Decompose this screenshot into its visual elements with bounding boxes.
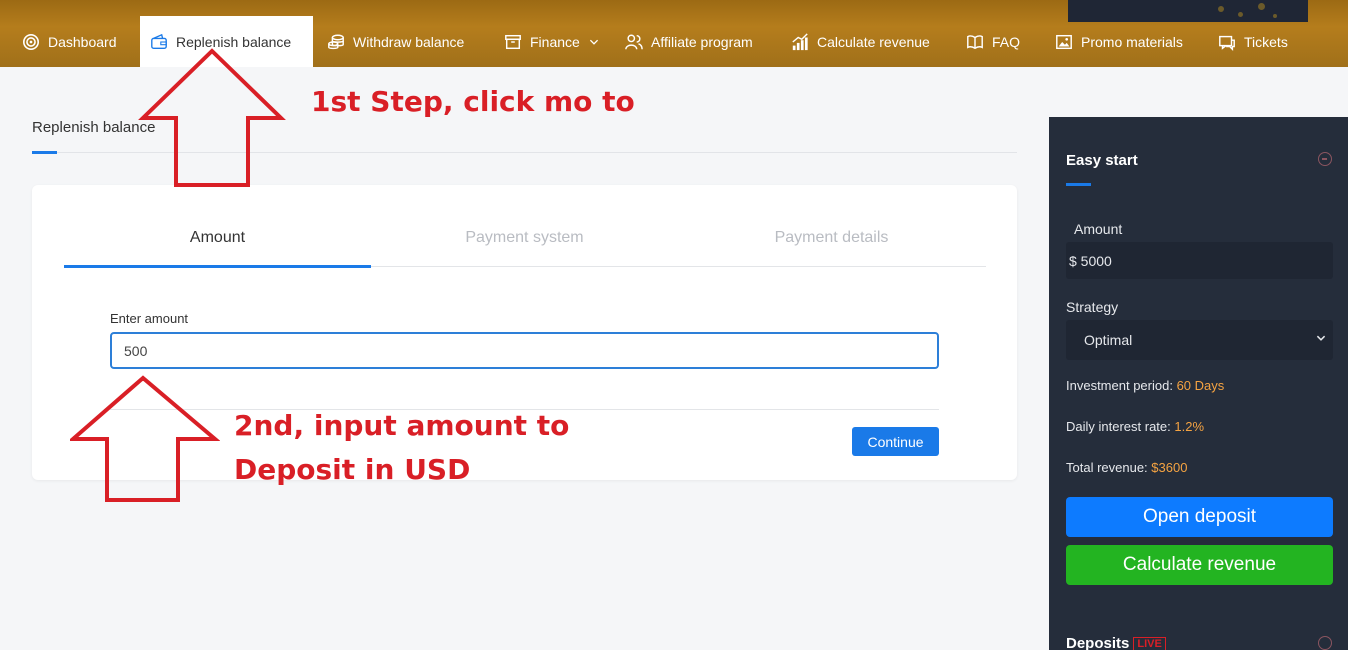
- tab-amount[interactable]: Amount: [64, 229, 371, 247]
- nav-tickets[interactable]: Tickets: [1208, 16, 1298, 67]
- annotation-step2: 2nd, input amount to Deposit in USD: [234, 404, 569, 492]
- deposits-collapse-icon[interactable]: [1318, 636, 1332, 650]
- deposits-title: Deposits: [1066, 635, 1130, 650]
- tab-payment-system[interactable]: Payment system: [371, 229, 678, 247]
- sidebar-title: Easy start: [1066, 152, 1138, 169]
- nav-withdraw-balance[interactable]: Withdraw balance: [317, 16, 474, 67]
- nav-faq-label: FAQ: [992, 33, 1021, 50]
- nav-affiliate-program[interactable]: Affiliate program: [615, 16, 763, 67]
- annotation-arrow-up-1: [138, 48, 286, 187]
- investment-period-label: Investment period:: [1066, 378, 1173, 393]
- coins-icon: [328, 34, 344, 49]
- target-icon: [22, 33, 40, 50]
- amount-label: Enter amount: [110, 311, 189, 326]
- annotation-step2-line2: Deposit in USD: [234, 453, 471, 486]
- nav-calculate-revenue[interactable]: Calculate revenue: [781, 16, 940, 67]
- image-icon: [1056, 34, 1072, 49]
- nav-finance-label: Finance: [530, 33, 580, 50]
- calculate-revenue-button[interactable]: Calculate revenue: [1066, 545, 1333, 585]
- page-title-underline: [32, 151, 57, 154]
- annotation-arrow-up-2: [70, 375, 220, 502]
- nav-affiliate-label: Affiliate program: [651, 33, 753, 50]
- daily-rate-label: Daily interest rate:: [1066, 419, 1171, 434]
- nav-promo-materials[interactable]: Promo materials: [1045, 16, 1193, 67]
- annotation-step1: 1st Step, click mo to: [311, 85, 635, 118]
- continue-button[interactable]: Continue: [852, 427, 939, 456]
- sidebar-title-underline: [1066, 183, 1091, 186]
- users-icon: [625, 34, 643, 49]
- sidebar-amount-label: Amount: [1074, 221, 1123, 237]
- chevron-down-icon: [589, 39, 598, 45]
- page-title: Replenish balance: [32, 119, 156, 136]
- chart-icon: [792, 32, 808, 50]
- nav-dashboard-label: Dashboard: [48, 33, 117, 50]
- nav-dashboard[interactable]: Dashboard: [12, 16, 127, 67]
- sidebar-amount-value: $ 5000: [1069, 253, 1112, 269]
- easy-start-sidebar: Easy start Amount $ 5000 Strategy Optima…: [1049, 117, 1348, 650]
- nav-faq[interactable]: FAQ: [956, 16, 1030, 67]
- total-revenue-label: Total revenue:: [1066, 460, 1148, 475]
- sidebar-strategy-label: Strategy: [1066, 299, 1119, 315]
- chevron-down-icon: [1316, 335, 1326, 341]
- investment-period-value: 60 Days: [1176, 378, 1225, 393]
- daily-rate-row: Daily interest rate: 1.2%: [1066, 419, 1204, 434]
- open-deposit-button[interactable]: Open deposit: [1066, 497, 1333, 537]
- amount-input[interactable]: [110, 332, 939, 369]
- tab-payment-details[interactable]: Payment details: [678, 229, 985, 247]
- archive-icon: [505, 34, 521, 49]
- deposits-heading: Deposits LIVE: [1066, 635, 1166, 650]
- investment-period-row: Investment period: 60 Days: [1066, 378, 1224, 393]
- nav-finance[interactable]: Finance: [494, 16, 610, 67]
- nav-promo-label: Promo materials: [1081, 33, 1183, 50]
- annotation-step2-line1: 2nd, input amount to: [234, 409, 570, 442]
- total-revenue-row: Total revenue: $3600: [1066, 460, 1187, 475]
- daily-rate-value: 1.2%: [1174, 419, 1205, 434]
- live-badge: LIVE: [1133, 637, 1166, 650]
- total-revenue-value: $3600: [1151, 460, 1188, 475]
- collapse-icon[interactable]: [1318, 152, 1332, 166]
- tickets-icon: [1219, 35, 1235, 51]
- tab-active-indicator: [64, 265, 371, 268]
- nav-tickets-label: Tickets: [1244, 33, 1288, 50]
- nav-withdraw-label: Withdraw balance: [353, 33, 465, 50]
- book-icon: [967, 34, 983, 49]
- nav-calculate-label: Calculate revenue: [817, 33, 930, 50]
- strategy-select-value: Optimal: [1084, 332, 1133, 348]
